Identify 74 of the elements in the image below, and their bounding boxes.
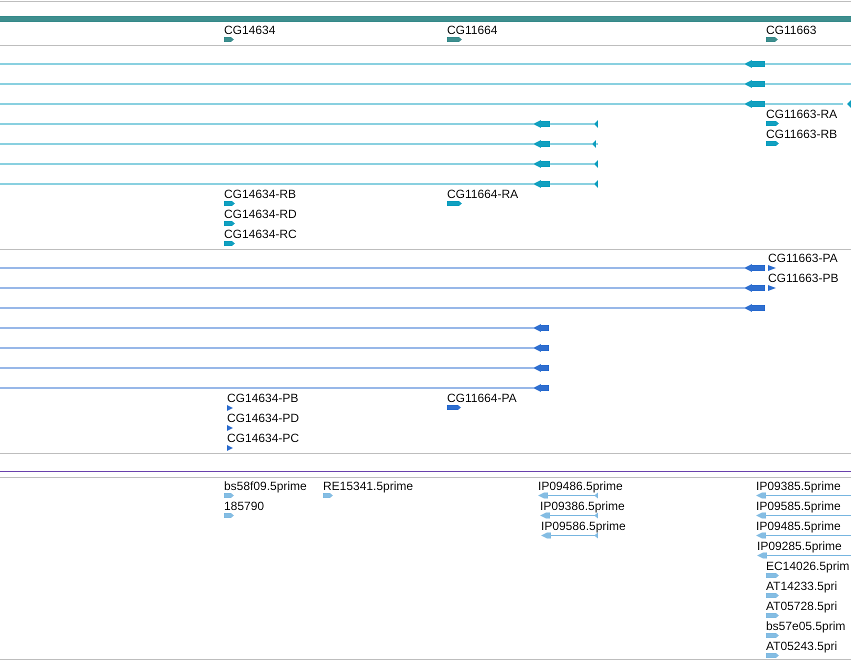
est-glyph[interactable] bbox=[224, 493, 234, 498]
gene-glyph[interactable] bbox=[766, 37, 778, 42]
est-glyph[interactable] bbox=[756, 532, 851, 538]
transcript-glyph[interactable] bbox=[224, 201, 235, 206]
protein-model-drawing[interactable] bbox=[0, 344, 549, 352]
transcript-glyph[interactable] bbox=[447, 201, 462, 206]
est-glyph[interactable] bbox=[224, 513, 234, 518]
feature-label: CG11664 bbox=[447, 23, 498, 37]
feature-label: IP09486.5prime bbox=[538, 479, 623, 493]
protein-model-drawing[interactable] bbox=[0, 324, 549, 332]
protein-model-drawing[interactable] bbox=[0, 364, 549, 372]
feature-label: CG11664-PA bbox=[447, 391, 517, 405]
feature-label: CG11663-RB bbox=[766, 127, 838, 141]
feature-label: CG14634 bbox=[224, 23, 276, 37]
gene-glyph[interactable] bbox=[447, 37, 462, 42]
feature-label: CG11663-PB bbox=[768, 271, 838, 285]
est-glyph[interactable] bbox=[756, 492, 851, 498]
feature-label: IP09385.5prime bbox=[756, 479, 841, 493]
feature-label: IP09586.5prime bbox=[541, 519, 626, 533]
feature-label: bs57e05.5prim bbox=[766, 619, 846, 633]
protein-glyph[interactable] bbox=[447, 405, 461, 410]
est-glyph[interactable] bbox=[756, 512, 851, 518]
protein-glyph[interactable] bbox=[227, 405, 233, 411]
est-glyph[interactable] bbox=[757, 552, 851, 558]
feature-label: CG11664-RA bbox=[447, 187, 518, 201]
feature-label: CG14634-RD bbox=[224, 207, 297, 221]
feature-label: CG11663 bbox=[766, 23, 816, 37]
feature-label: AT05243.5pri bbox=[766, 639, 838, 653]
est-glyph[interactable] bbox=[766, 613, 779, 618]
est-glyph[interactable] bbox=[766, 653, 779, 658]
transcript-model-drawing[interactable] bbox=[0, 100, 851, 108]
feature-label: IP09386.5prime bbox=[540, 499, 625, 513]
transcript-model-drawing[interactable] bbox=[0, 140, 598, 148]
feature-label: IP09485.5prime bbox=[756, 519, 841, 533]
transcript-model-drawing[interactable] bbox=[0, 120, 598, 128]
feature-label: CG14634-PB bbox=[227, 391, 298, 405]
transcript-model-drawing[interactable] bbox=[0, 180, 598, 188]
protein-model-drawing[interactable] bbox=[0, 304, 765, 312]
feature-label: EC14026.5prim bbox=[766, 559, 850, 573]
feature-label: bs58f09.5prime bbox=[224, 479, 307, 493]
feature-label: RE15341.5prime bbox=[323, 479, 414, 493]
feature-label: 185790 bbox=[224, 499, 264, 513]
transcript-model-drawing[interactable] bbox=[0, 160, 598, 168]
transcript-glyph[interactable] bbox=[766, 121, 779, 126]
est-glyph[interactable] bbox=[766, 633, 779, 638]
protein-model-drawing[interactable] bbox=[0, 284, 765, 292]
transcript-model-drawing[interactable] bbox=[0, 80, 851, 88]
protein-model-drawing[interactable] bbox=[0, 264, 765, 272]
est-glyph[interactable] bbox=[766, 573, 779, 578]
feature-label: IP09585.5prime bbox=[756, 499, 841, 513]
est-glyph[interactable] bbox=[766, 593, 779, 598]
transcript-glyph[interactable] bbox=[766, 141, 779, 146]
est-glyph[interactable] bbox=[538, 492, 598, 498]
protein-glyph[interactable] bbox=[768, 265, 776, 271]
est-glyph[interactable] bbox=[540, 512, 598, 518]
feature-label: CG14634-RB bbox=[224, 187, 296, 201]
transcript-glyph[interactable] bbox=[224, 241, 235, 246]
feature-label: AT14233.5pri bbox=[766, 579, 838, 593]
est-glyph[interactable] bbox=[541, 532, 598, 538]
feature-label: CG11663-RA bbox=[766, 107, 838, 121]
protein-glyph[interactable] bbox=[227, 445, 233, 451]
feature-label: CG14634-PC bbox=[227, 431, 300, 445]
protein-glyph[interactable] bbox=[768, 285, 776, 291]
feature-label: CG14634-RC bbox=[224, 227, 297, 241]
protein-model-drawing[interactable] bbox=[0, 384, 549, 392]
protein-glyph[interactable] bbox=[227, 425, 233, 431]
feature-label: AT05728.5pri bbox=[766, 599, 838, 613]
est-glyph[interactable] bbox=[323, 493, 333, 498]
transcript-model-drawing[interactable] bbox=[0, 60, 851, 68]
feature-label: CG14634-PD bbox=[227, 411, 300, 425]
transcript-glyph[interactable] bbox=[224, 221, 235, 226]
gene-glyph[interactable] bbox=[224, 37, 234, 42]
feature-label: CG11663-PA bbox=[768, 251, 838, 265]
feature-label: IP09285.5prime bbox=[757, 539, 842, 553]
